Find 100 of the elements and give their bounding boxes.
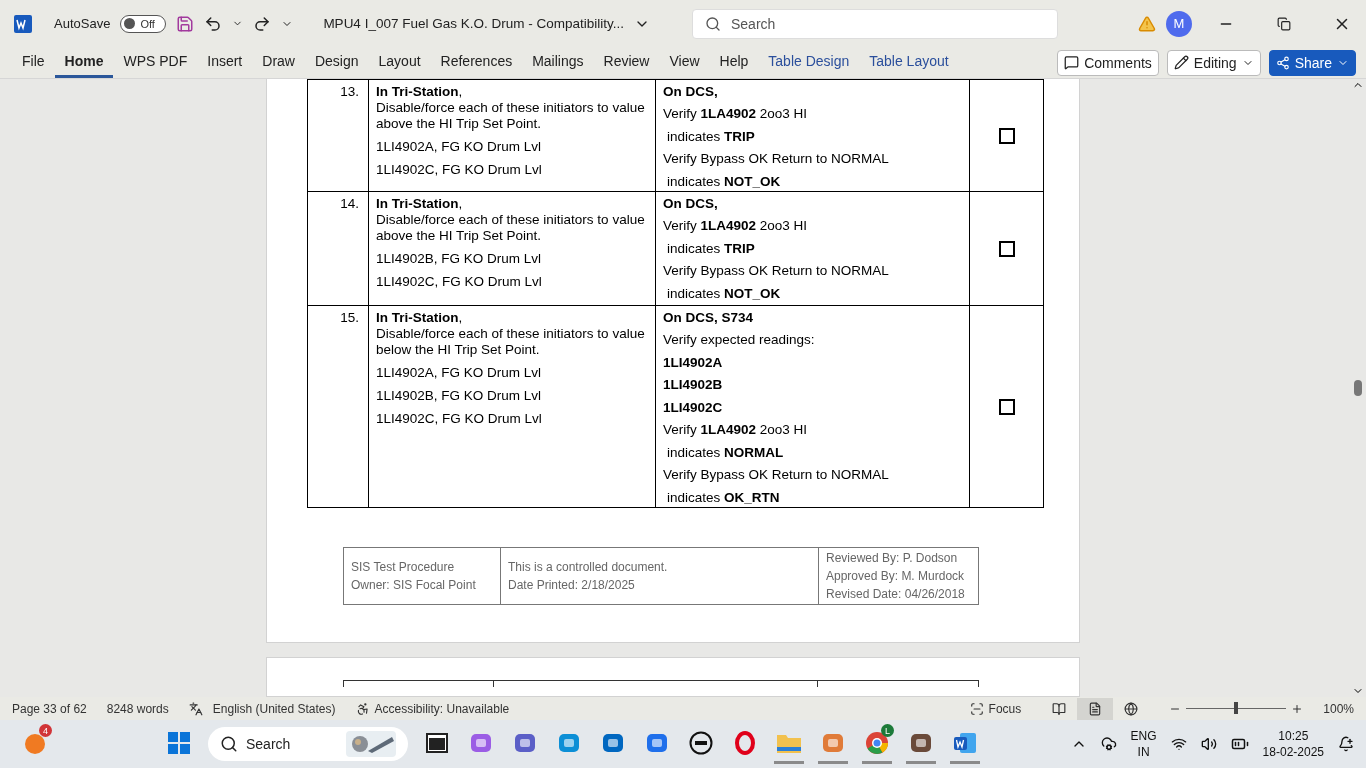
windows-icon[interactable] xyxy=(167,730,191,755)
print-view-button[interactable] xyxy=(1077,697,1114,720)
wifi-icon[interactable] xyxy=(1170,736,1187,753)
ribbon-tab[interactable]: File xyxy=(12,47,55,78)
search-icon xyxy=(220,735,238,754)
taskbar-search[interactable]: Search xyxy=(208,727,408,762)
initiator-text: 1LI4902A, FG KO Drum Lvl xyxy=(376,364,543,381)
verify-text: indicates NOT_OK xyxy=(666,285,782,302)
document-title: MPU4 I_007 Fuel Gas K.O. Drum - Compatibility... xyxy=(323,16,624,32)
word-logo-icon xyxy=(14,14,32,33)
share-button[interactable]: Share xyxy=(1268,49,1356,76)
restore-icon[interactable] xyxy=(1277,16,1291,31)
focus-icon xyxy=(969,701,984,716)
step-number: 13. xyxy=(340,83,360,99)
footer-text: This is a controlled document. xyxy=(508,559,669,574)
input-language[interactable]: ENG IN xyxy=(1130,728,1157,761)
ribbon-tab[interactable]: Insert xyxy=(197,47,253,78)
search-field[interactable]: Search xyxy=(691,8,1058,39)
instruction-text: Disable/force each of these initiators to value above the HI Trip Set Point. xyxy=(376,211,646,244)
footer-text: Owner: SIS Focal Point xyxy=(351,577,477,592)
instruction-text: Disable/force each of these initiators to value above the HI Trip Set Point. xyxy=(376,99,646,132)
verify-text: indicates NOT_OK xyxy=(666,173,782,190)
initiator-text: 1LI4902A, FG KO Drum Lvl xyxy=(376,138,543,155)
checkbox[interactable] xyxy=(998,128,1015,145)
comments-button[interactable]: Comments xyxy=(1057,49,1159,76)
initiator-text: 1LI4902B, FG KO Drum Lvl xyxy=(376,250,543,267)
verify-text: 1LI4902C xyxy=(663,399,724,416)
comment-icon xyxy=(1064,55,1080,71)
location-heading: In Tri-Station, xyxy=(376,83,464,100)
verify-text: 1LI4902B xyxy=(663,377,724,394)
search-icon xyxy=(704,15,721,32)
footer-text: SIS Test Procedure xyxy=(351,559,456,574)
step-number: 14. xyxy=(340,195,360,211)
checkbox[interactable] xyxy=(998,241,1015,258)
scrollbar-thumb[interactable] xyxy=(1354,380,1362,396)
instruction-text: Disable/force each of these initiators to value below the HI Trip Set Point. xyxy=(376,325,646,358)
editing-button[interactable]: Editing xyxy=(1166,49,1261,76)
cloud-icon[interactable] xyxy=(1100,736,1117,753)
print-view-icon xyxy=(1088,701,1103,716)
language-label[interactable]: English (United States) xyxy=(212,701,336,716)
verify-text: indicates TRIP xyxy=(666,128,756,145)
verify-text: indicates NORMAL xyxy=(666,444,785,461)
initiator-text: 1LI4902C, FG KO Drum Lvl xyxy=(376,273,543,290)
autosave-label: AutoSave xyxy=(54,16,111,32)
footer-text: Date Printed: 2/18/2025 xyxy=(508,577,636,592)
accessibility-status[interactable]: Accessibility: Unavailable xyxy=(355,701,510,716)
undo-icon[interactable] xyxy=(204,14,223,33)
ribbon-tab[interactable]: Review xyxy=(593,47,660,78)
read-view-icon xyxy=(1052,701,1067,716)
circle-logo-icon[interactable] xyxy=(689,730,713,755)
verify-text: indicates OK_RTN xyxy=(666,489,781,506)
footer-text: Revised Date: 04/26/2018 xyxy=(826,586,966,601)
volume-icon[interactable] xyxy=(1200,736,1217,753)
ribbon-tab[interactable]: WPS PDF xyxy=(113,47,198,78)
zoom-level[interactable]: 100% xyxy=(1323,701,1354,716)
user-avatar[interactable]: M xyxy=(1166,10,1192,37)
ring-icon[interactable] xyxy=(733,730,757,755)
word-count[interactable]: 8248 words xyxy=(106,701,169,716)
ribbon-tab[interactable]: Table Design xyxy=(758,47,860,78)
terminal-icon[interactable] xyxy=(426,732,448,753)
ribbon-tab[interactable]: Design xyxy=(304,47,369,78)
accessibility-icon xyxy=(355,701,370,716)
browser-icon[interactable] xyxy=(865,730,889,755)
verify-text: On DCS, S734 xyxy=(663,309,755,326)
web-view-icon xyxy=(1124,701,1139,716)
zoom-slider-thumb[interactable] xyxy=(1234,702,1239,715)
focus-button[interactable]: Focus xyxy=(969,701,1022,716)
initiator-text: 1LI4902C, FG KO Drum Lvl xyxy=(376,161,543,178)
verify-text: 1LI4902A xyxy=(663,354,724,371)
initiator-text: 1LI4902B, FG KO Drum Lvl xyxy=(376,387,543,404)
ribbon-tab[interactable]: View xyxy=(659,47,710,78)
pencil-icon xyxy=(1173,55,1189,71)
notification-badge: 4 xyxy=(39,724,52,738)
verify-text: indicates TRIP xyxy=(666,240,756,257)
page-count[interactable]: Page 33 of 62 xyxy=(12,701,87,716)
ribbon-tab[interactable]: Layout xyxy=(368,47,431,78)
checkbox[interactable] xyxy=(998,399,1015,416)
document-app-icon[interactable] xyxy=(953,730,977,755)
proofing-icon[interactable] xyxy=(188,701,203,716)
ribbon-tab[interactable]: References xyxy=(430,47,523,78)
clock[interactable]: 10:25 18-02-2025 xyxy=(1262,728,1324,761)
footer-text: Reviewed By: P. Dodson xyxy=(826,550,959,565)
autosave-toggle[interactable]: Off xyxy=(120,14,167,33)
ribbon-tab[interactable]: Help xyxy=(709,47,759,78)
ribbon-tab[interactable]: Table Layout xyxy=(859,47,959,78)
initiator-text: 1LI4902C, FG KO Drum Lvl xyxy=(376,410,543,427)
ribbon-tab[interactable]: Draw xyxy=(252,47,305,78)
share-icon xyxy=(1275,55,1290,70)
save-icon[interactable] xyxy=(176,14,195,33)
verify-text: Verify 1LA4902 2oo3 HI xyxy=(663,422,809,439)
notifications-icon[interactable] xyxy=(1338,736,1354,753)
profile-badge: L xyxy=(881,724,894,738)
location-heading: In Tri-Station, xyxy=(376,309,464,326)
verify-text: Verify Bypass OK Return to NORMAL xyxy=(663,467,890,484)
redo-icon[interactable] xyxy=(253,14,272,33)
zoom-in-icon[interactable] xyxy=(1291,702,1304,715)
verify-text: Verify 1LA4902 2oo3 HI xyxy=(663,106,809,123)
ribbon-tab[interactable]: Mailings xyxy=(522,47,594,78)
location-heading: In Tri-Station, xyxy=(376,195,464,212)
step-number: 15. xyxy=(340,309,360,325)
